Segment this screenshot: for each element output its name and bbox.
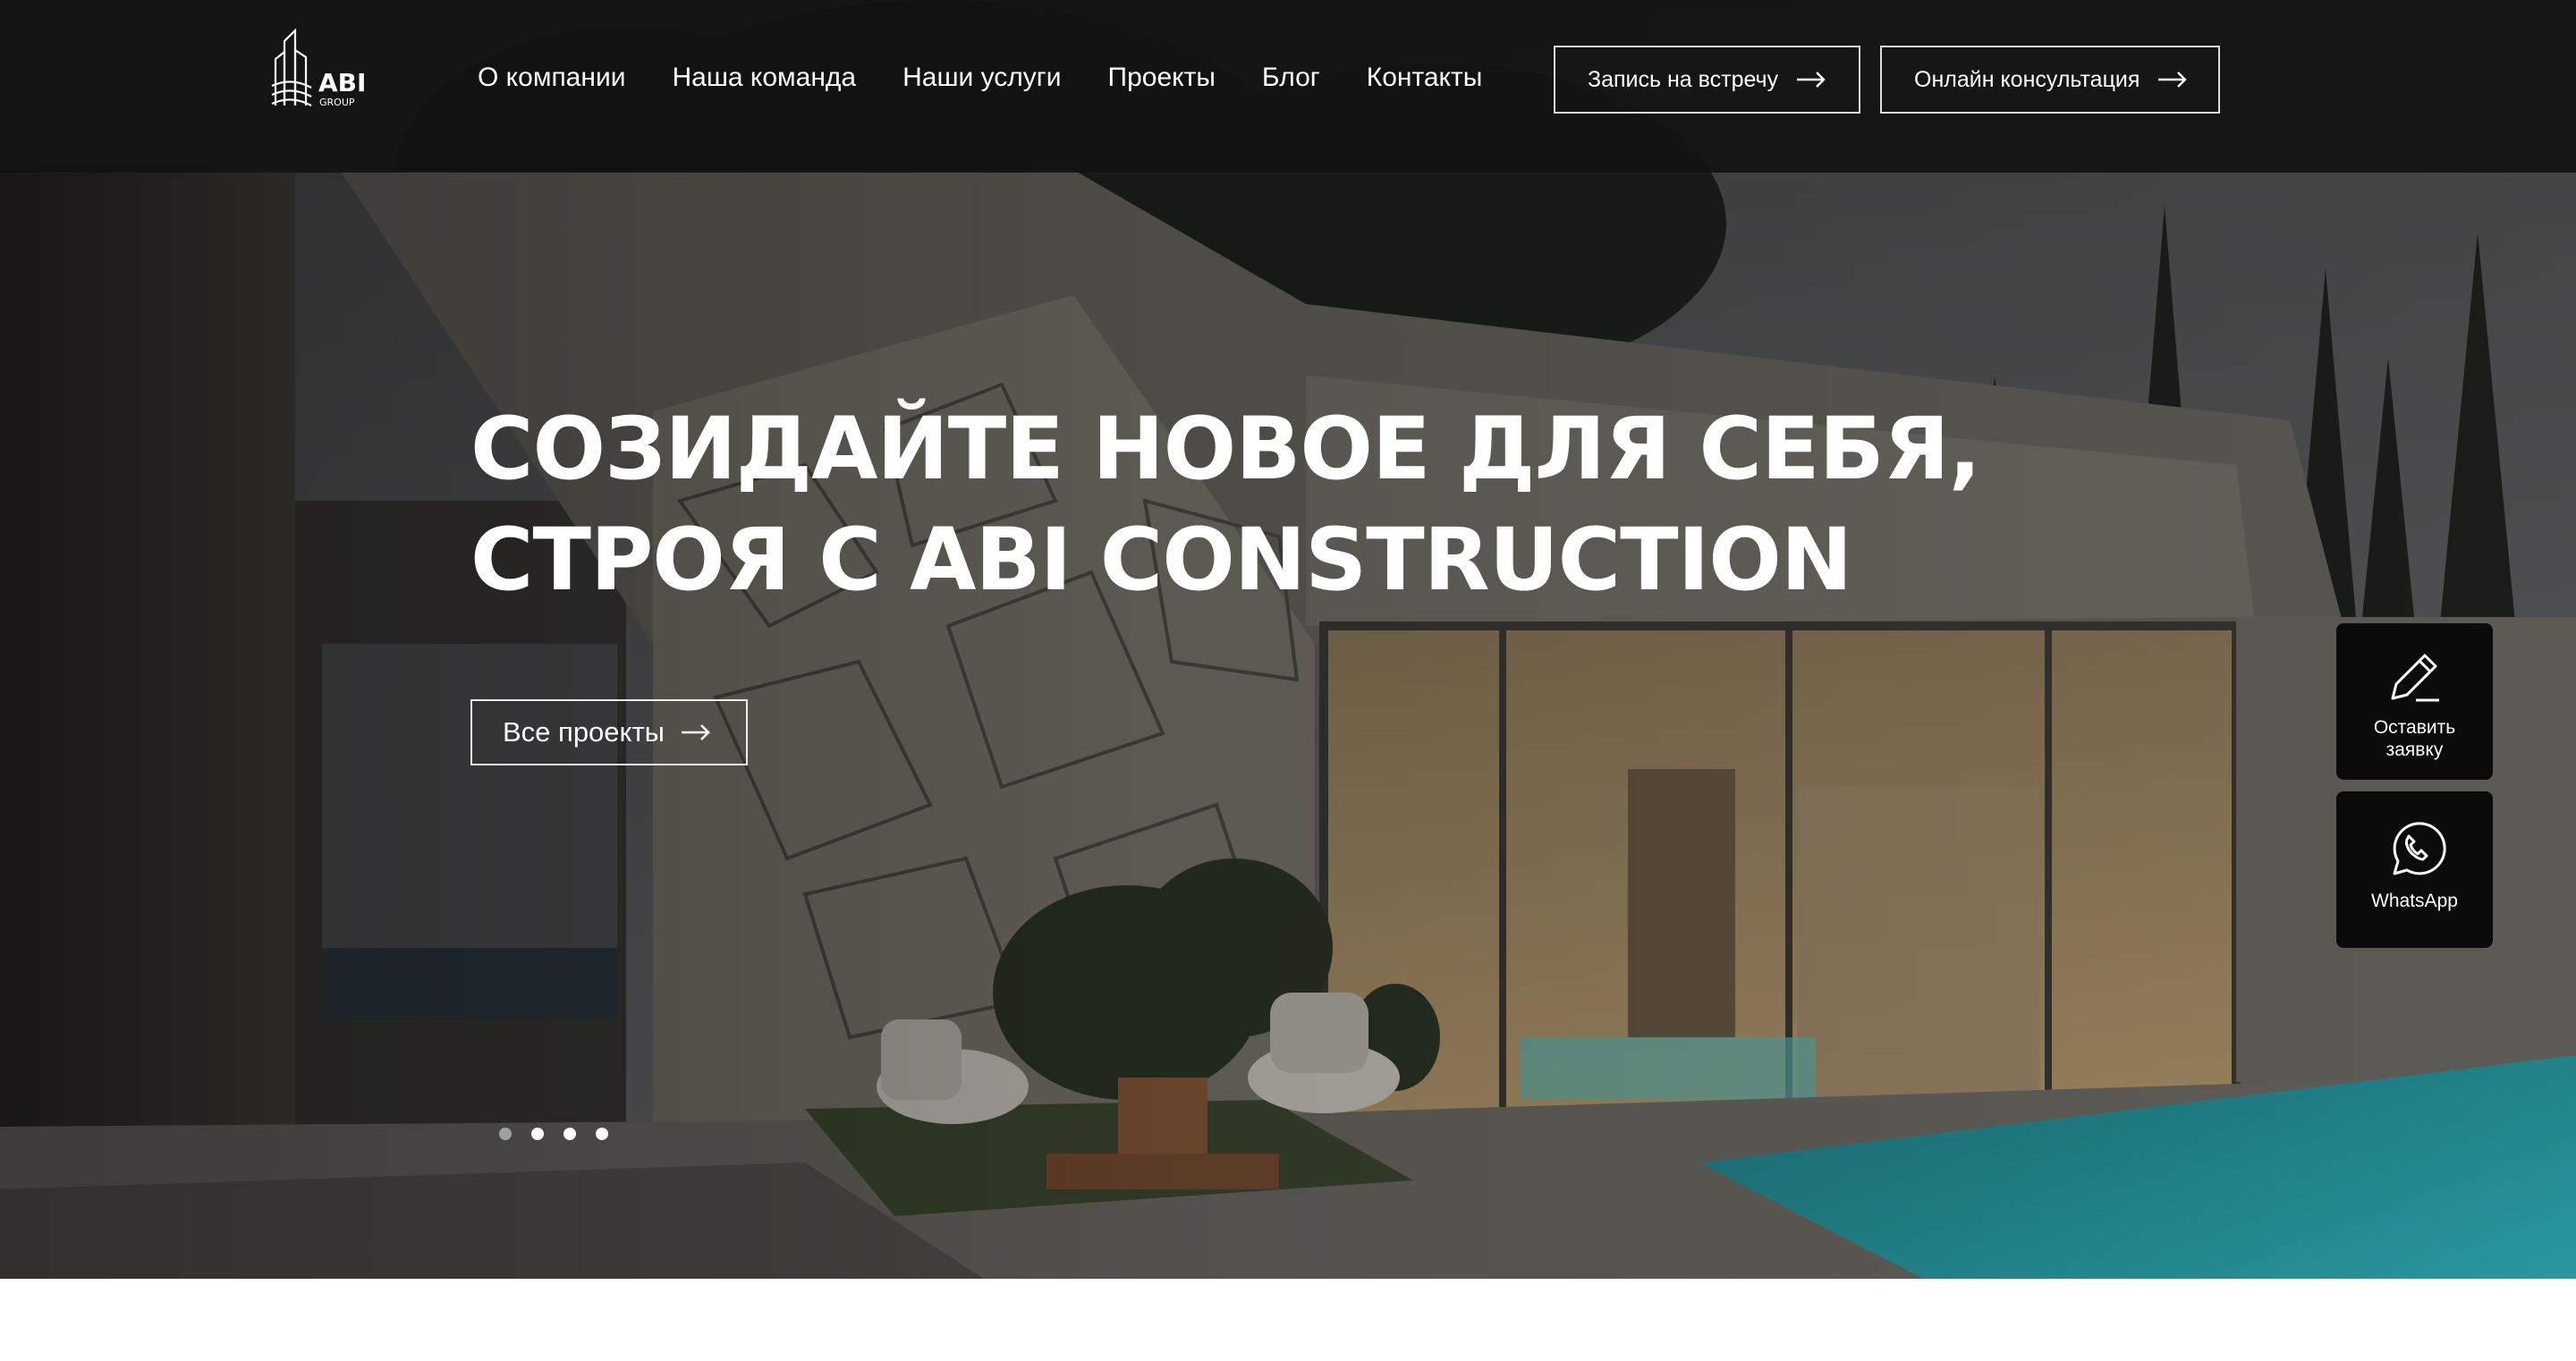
slider-dot-1[interactable] <box>499 1128 512 1140</box>
consultation-button-label: Онлайн консультация <box>1914 66 2140 92</box>
hero-title-line-2: строя с ABI Construction <box>470 510 1852 610</box>
hero-title-line-1: Созидайте новое для себя, <box>470 399 1981 499</box>
slider-dot-4[interactable] <box>596 1128 608 1140</box>
site-header: ABI GROUP О компании Наша команда Наши у… <box>0 0 2576 173</box>
all-projects-label: Все проекты <box>503 716 665 748</box>
whatsapp-widget[interactable]: WhatsApp <box>2336 791 2493 948</box>
whatsapp-icon <box>2393 822 2446 875</box>
hero-section <box>0 0 2576 1279</box>
pencil-icon <box>2391 654 2439 702</box>
leave-request-label: Оставить заявку <box>2374 716 2455 761</box>
nav-item-contacts[interactable]: Контакты <box>1367 55 1483 100</box>
arrow-right-icon <box>2158 72 2188 88</box>
meeting-button[interactable]: Запись на встречу <box>1554 46 1860 114</box>
slider-dot-2[interactable] <box>531 1128 544 1140</box>
leave-request-widget[interactable]: Оставить заявку <box>2336 623 2493 780</box>
meeting-button-label: Запись на встречу <box>1588 66 1779 92</box>
next-section <box>0 1279 2576 1361</box>
logo-subtext: GROUP <box>319 97 355 108</box>
all-projects-button[interactable]: Все проекты <box>470 699 748 765</box>
consultation-button[interactable]: Онлайн консультация <box>1880 46 2220 114</box>
hero-overlay <box>0 0 2576 1279</box>
abi-building-logo-icon[interactable]: ABI GROUP <box>265 23 365 114</box>
slider-dot-3[interactable] <box>564 1128 576 1140</box>
slider-pagination <box>499 1128 608 1140</box>
arrow-right-icon <box>1797 72 1826 88</box>
nav-item-projects[interactable]: Проекты <box>1108 55 1216 100</box>
nav-item-about[interactable]: О компании <box>478 55 625 100</box>
nav-item-team[interactable]: Наша команда <box>672 55 856 100</box>
hero-title: Созидайте новое для себя, строя с ABI Co… <box>470 393 1991 615</box>
leave-request-line-2: заявку <box>2385 740 2444 760</box>
main-nav: О компании Наша команда Наши услуги Прое… <box>478 55 1482 100</box>
nav-item-blog[interactable]: Блог <box>1262 55 1320 100</box>
nav-item-services[interactable]: Наши услуги <box>902 55 1061 100</box>
leave-request-line-1: Оставить <box>2373 717 2456 738</box>
logo-text: ABI <box>318 68 365 97</box>
arrow-right-icon <box>681 724 710 740</box>
whatsapp-label: WhatsApp <box>2371 891 2458 911</box>
